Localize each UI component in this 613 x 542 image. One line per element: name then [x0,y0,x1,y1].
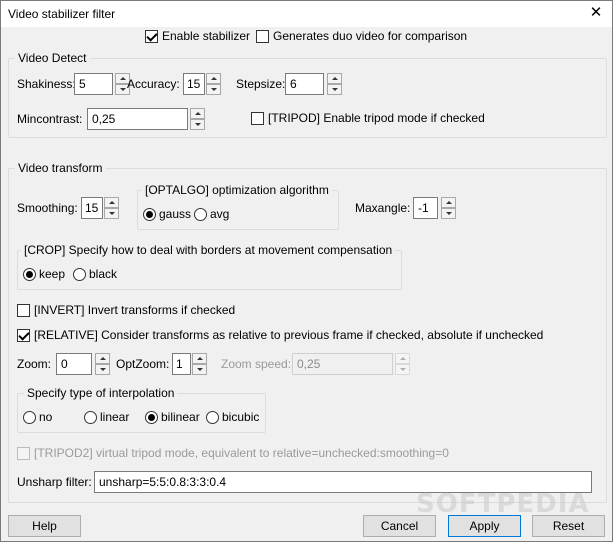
maxangle-spinner[interactable] [441,197,456,219]
optalgo-title: [OPTALGO] optimization algorithm [142,183,332,197]
crop-black-label: black [89,267,118,281]
crop-keep-label: keep [39,267,66,281]
stepsize-input[interactable]: 6 [285,73,324,95]
crop-keep-radio[interactable] [23,268,36,281]
mincontrast-label: Mincontrast: [17,112,83,126]
reset-button[interactable]: Reset [532,515,605,537]
mincontrast-input[interactable]: 0,25 [87,108,188,130]
zoom-speed-spinner[interactable] [395,353,410,375]
spin-down-icon[interactable] [104,208,119,219]
maxangle-label: Maxangle: [355,201,411,215]
accuracy-label: Accuracy: [127,77,180,91]
interp-no-radio[interactable] [23,411,36,424]
optalgo-gauss-radio[interactable] [143,208,156,221]
spin-down-icon[interactable] [95,364,110,375]
stepsize-label: Stepsize: [236,77,286,91]
spin-up-icon[interactable] [395,353,410,364]
spin-up-icon[interactable] [192,353,207,364]
apply-button[interactable]: Apply [448,515,521,537]
crop-black-radio[interactable] [73,268,86,281]
invert-label: [INVERT] Invert transforms if checked [34,303,236,317]
interp-linear-radio[interactable] [84,411,97,424]
stepsize-spinner[interactable] [327,73,342,95]
interp-linear-label: linear [100,410,130,424]
duo-video-label: Generates duo video for comparison [273,29,468,43]
tripod-checkbox[interactable] [251,112,264,125]
interp-bilinear-label: bilinear [161,410,200,424]
interp-bicubic-radio[interactable] [206,411,219,424]
close-icon[interactable]: ✕ [586,3,606,23]
duo-video-checkbox[interactable] [256,30,269,43]
crop-title: [CROP] Specify how to deal with borders … [21,243,396,257]
spin-down-icon[interactable] [206,84,221,95]
spin-up-icon[interactable] [190,108,205,119]
tripod2-label: [TRIPOD2] virtual tripod mode, equivalen… [34,446,449,460]
spin-up-icon[interactable] [327,73,342,84]
cancel-button[interactable]: Cancel [363,515,436,537]
optzoom-input[interactable]: 1 [172,353,191,375]
smoothing-spinner[interactable] [104,197,119,219]
zoom-input[interactable]: 0 [56,353,92,375]
unsharp-label: Unsharp filter: [17,475,92,489]
spin-up-icon[interactable] [95,353,110,364]
optalgo-avg-label: avg [210,207,230,221]
spin-up-icon[interactable] [104,197,119,208]
invert-checkbox[interactable] [17,304,30,317]
optzoom-spinner[interactable] [192,353,207,375]
optalgo-avg-radio[interactable] [194,208,207,221]
optzoom-label: OptZoom: [116,357,170,371]
help-button[interactable]: Help [8,515,81,537]
interpolation-title: Specify type of interpolation [24,386,178,400]
interp-bicubic-label: bicubic [222,410,260,424]
zoom-spinner[interactable] [95,353,110,375]
relative-label: [RELATIVE] Consider transforms as relati… [34,328,544,342]
mincontrast-spinner[interactable] [190,108,205,130]
spin-down-icon[interactable] [395,364,410,375]
dialog-window: Video stabilizer filter ✕ Enable stabili… [0,0,613,542]
spin-down-icon[interactable] [190,119,205,130]
spin-down-icon[interactable] [441,208,456,219]
spin-up-icon[interactable] [441,197,456,208]
spin-down-icon[interactable] [327,84,342,95]
interp-bilinear-radio[interactable] [145,411,158,424]
window-title: Video stabilizer filter [8,7,116,21]
optalgo-gauss-label: gauss [159,207,192,221]
maxangle-input[interactable]: -1 [413,197,438,219]
relative-checkbox[interactable] [17,329,30,342]
smoothing-input[interactable]: 15 [81,197,103,219]
shakiness-label: Shakiness: [17,77,76,91]
video-detect-title: Video Detect [15,51,90,65]
interp-no-label: no [39,410,53,424]
zoom-label: Zoom: [17,357,52,371]
spin-up-icon[interactable] [206,73,221,84]
spin-down-icon[interactable] [192,364,207,375]
smoothing-label: Smoothing: [17,201,78,215]
title-bar: Video stabilizer filter ✕ [1,1,612,27]
video-transform-title: Video transform [15,161,106,175]
enable-stabilizer-label: Enable stabilizer [162,29,251,43]
enable-stabilizer-checkbox[interactable] [145,30,158,43]
zoom-speed-input[interactable]: 0,25 [292,353,393,375]
accuracy-spinner[interactable] [206,73,221,95]
zoom-speed-label: Zoom speed: [221,357,292,371]
tripod-label: [TRIPOD] Enable tripod mode if checked [268,111,485,125]
accuracy-input[interactable]: 15 [183,73,205,95]
shakiness-input[interactable]: 5 [74,73,113,95]
tripod2-checkbox[interactable] [17,447,30,460]
